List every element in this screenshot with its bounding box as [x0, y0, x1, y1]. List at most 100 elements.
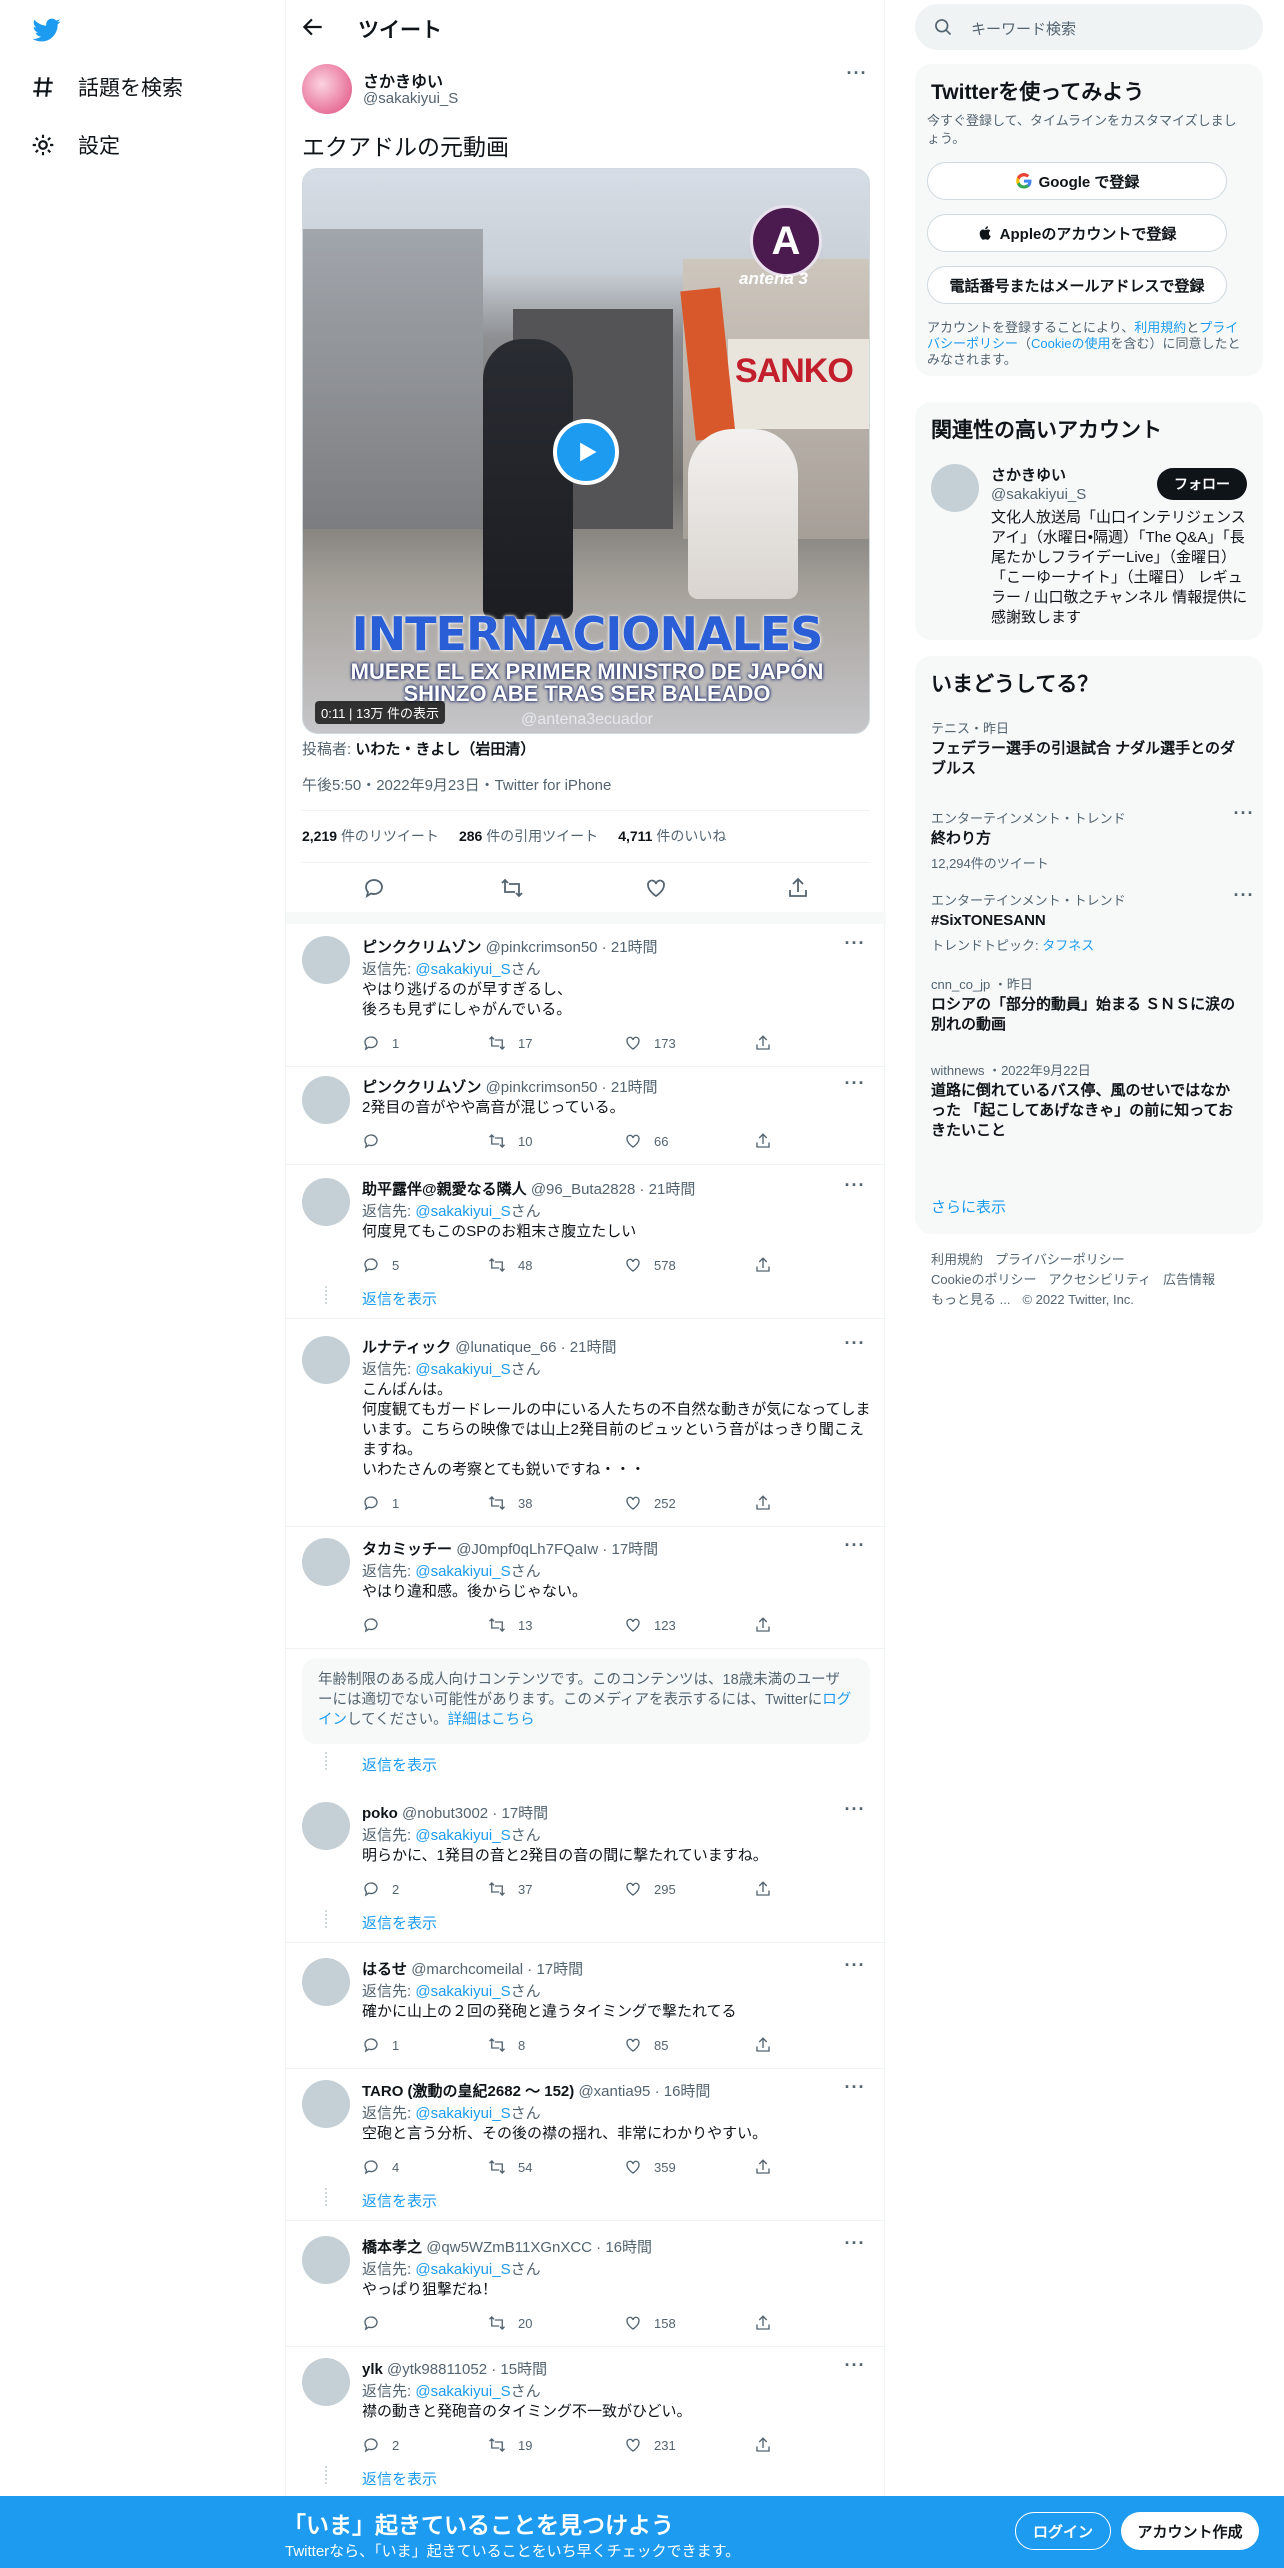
like-icon[interactable]	[624, 2314, 642, 2332]
reply-author-handle[interactable]: @96_Buta2828	[531, 1181, 635, 1198]
trend-topic-link[interactable]: タフネス	[1042, 938, 1094, 953]
show-replies-link[interactable]: 返信を表示	[362, 1754, 437, 1775]
share-icon[interactable]	[754, 1616, 772, 1634]
more-options-icon[interactable]: ···	[844, 1536, 866, 1562]
retweet-icon[interactable]	[488, 2314, 506, 2332]
more-options-icon[interactable]: ···	[844, 1334, 866, 1360]
like-icon[interactable]	[644, 876, 668, 900]
reply-time[interactable]: 21時間	[649, 1181, 696, 1198]
footer-link[interactable]: 広告情報	[1163, 1272, 1215, 1287]
reply-author-handle[interactable]: @qw5WZmB11XGnXCC	[426, 2239, 592, 2256]
signup-button[interactable]: アカウント作成	[1121, 2512, 1259, 2550]
more-options-icon[interactable]: ···	[844, 2356, 866, 2382]
reply-to-handle[interactable]: @sakakiyui_S	[415, 961, 510, 978]
related-handle[interactable]: @sakakiyui_S	[991, 486, 1086, 503]
more-options-icon[interactable]: ···	[1233, 804, 1255, 830]
reply-icon[interactable]	[362, 1616, 380, 1634]
share-icon[interactable]	[754, 1132, 772, 1150]
like-icon[interactable]	[624, 2036, 642, 2054]
reply-author-name[interactable]: ルナティック	[362, 1339, 451, 1356]
nav-settings[interactable]: 設定	[30, 130, 120, 160]
reply-icon[interactable]	[362, 1494, 380, 1512]
cookie-link[interactable]: Cookieの使用	[1031, 336, 1110, 351]
like-icon[interactable]	[624, 1132, 642, 1150]
reply-time[interactable]: 16時間	[664, 2083, 711, 2100]
tweet-timestamp[interactable]: 午後5:50・2022年9月23日・Twitter for iPhone	[302, 774, 611, 795]
reply-author-handle[interactable]: @marchcomeilal	[411, 1961, 523, 1978]
reply-time[interactable]: 21時間	[570, 1339, 617, 1356]
footer-link[interactable]: 利用規約	[931, 1252, 983, 1267]
like-icon[interactable]	[624, 1034, 642, 1052]
trend-item[interactable]: withnews ・2022年9月22日 道路に倒れているバス停、風のせいではなか…	[931, 1060, 1241, 1141]
reply-author-name[interactable]: TARO (激動の皇紀2682 〜 152)	[362, 2083, 574, 2100]
twitter-logo-icon[interactable]	[30, 16, 64, 44]
trend-item[interactable]: エンターテインメント・トレンド 終わり方 12,294件のツイート ···	[931, 804, 1253, 872]
more-options-icon[interactable]: ···	[1233, 886, 1255, 912]
reply-icon[interactable]	[362, 1034, 380, 1052]
show-replies-link[interactable]: 返信を表示	[362, 1288, 437, 1309]
show-replies-link[interactable]: 返信を表示	[362, 2468, 437, 2489]
reply-icon[interactable]	[362, 876, 386, 900]
trend-item[interactable]: テニス・昨日 フェデラー選手の引退試合 ナダル選手とのダブルス	[931, 718, 1241, 779]
reply-author-name[interactable]: ylk	[362, 2361, 383, 2378]
play-button[interactable]	[553, 419, 619, 485]
avatar[interactable]	[302, 2080, 350, 2128]
terms-link[interactable]: 利用規約	[1134, 320, 1186, 335]
reply-icon[interactable]	[362, 2314, 380, 2332]
details-link[interactable]: 詳細はこちら	[448, 1712, 535, 1728]
retweet-icon[interactable]	[488, 1616, 506, 1634]
nav-explore[interactable]: 話題を検索	[30, 72, 183, 102]
reply-to-handle[interactable]: @sakakiyui_S	[415, 2261, 510, 2278]
reply-time[interactable]: 17時間	[612, 1541, 659, 1558]
share-icon[interactable]	[754, 1494, 772, 1512]
reply-icon[interactable]	[362, 2158, 380, 2176]
like-count[interactable]: 4,711 件のいいね	[618, 826, 726, 846]
avatar[interactable]	[302, 1802, 350, 1850]
share-icon[interactable]	[754, 2436, 772, 2454]
reply-time[interactable]: 21時間	[611, 1079, 658, 1096]
show-replies-link[interactable]: 返信を表示	[362, 2190, 437, 2211]
trend-item[interactable]: エンターテインメント・トレンド #SixTONESANN トレンドトピック: タフネ…	[931, 886, 1253, 954]
more-options-icon[interactable]: ···	[844, 2078, 866, 2104]
retweet-icon[interactable]	[488, 1132, 506, 1150]
quote-count[interactable]: 286 件の引用ツイート	[459, 826, 598, 846]
login-button[interactable]: ログイン	[1015, 2512, 1111, 2550]
reply-author-handle[interactable]: @ytk98811052	[387, 2361, 487, 2378]
retweet-icon[interactable]	[488, 2036, 506, 2054]
phone-email-signup-button[interactable]: 電話番号またはメールアドレスで登録	[927, 266, 1227, 304]
avatar[interactable]	[302, 1538, 350, 1586]
trend-item[interactable]: cnn_co_jp ・昨日 ロシアの「部分的動員」始まる ＳＮＳに涙の別れの動画	[931, 974, 1241, 1035]
retweet-icon[interactable]	[488, 1034, 506, 1052]
more-options-icon[interactable]: ···	[844, 934, 866, 960]
footer-link[interactable]: © 2022 Twitter, Inc.	[1022, 1292, 1133, 1307]
back-arrow-icon[interactable]	[300, 14, 326, 40]
reply-time[interactable]: 15時間	[500, 2361, 547, 2378]
reply-author-name[interactable]: はるせ	[362, 1961, 407, 1978]
avatar[interactable]	[302, 936, 350, 984]
reply-to-handle[interactable]: @sakakiyui_S	[415, 1983, 510, 2000]
reply-icon[interactable]	[362, 1880, 380, 1898]
reply-to-handle[interactable]: @sakakiyui_S	[415, 1563, 510, 1580]
reply-time[interactable]: 16時間	[605, 2239, 652, 2256]
reply-author-handle[interactable]: @lunatique_66	[455, 1339, 556, 1356]
reply-author-handle[interactable]: @pinkcrimson50	[486, 1079, 598, 1096]
retweet-icon[interactable]	[488, 1494, 506, 1512]
reply-to-handle[interactable]: @sakakiyui_S	[415, 2383, 510, 2400]
avatar[interactable]	[302, 1076, 350, 1124]
author-handle[interactable]: @sakakiyui_S	[363, 90, 458, 107]
show-replies-link[interactable]: 返信を表示	[362, 1912, 437, 1933]
like-icon[interactable]	[624, 2436, 642, 2454]
video-player[interactable]: SANKO A antena 3 INTERNACIONALES MUERE E…	[302, 168, 870, 734]
reply-author-name[interactable]: 橋本孝之	[362, 2239, 422, 2256]
footer-link[interactable]: もっと見る ...	[931, 1292, 1010, 1307]
avatar[interactable]	[302, 1958, 350, 2006]
reply-icon[interactable]	[362, 2036, 380, 2054]
follow-button[interactable]: フォロー	[1157, 468, 1247, 500]
share-icon[interactable]	[754, 1880, 772, 1898]
reply-author-name[interactable]: ピンククリムゾン	[362, 1079, 481, 1096]
avatar[interactable]	[302, 1178, 350, 1226]
reply-author-name[interactable]: poko	[362, 1805, 398, 1822]
like-icon[interactable]	[624, 2158, 642, 2176]
retweet-icon[interactable]	[488, 2158, 506, 2176]
retweet-count[interactable]: 2,219 件のリツイート	[302, 826, 439, 846]
